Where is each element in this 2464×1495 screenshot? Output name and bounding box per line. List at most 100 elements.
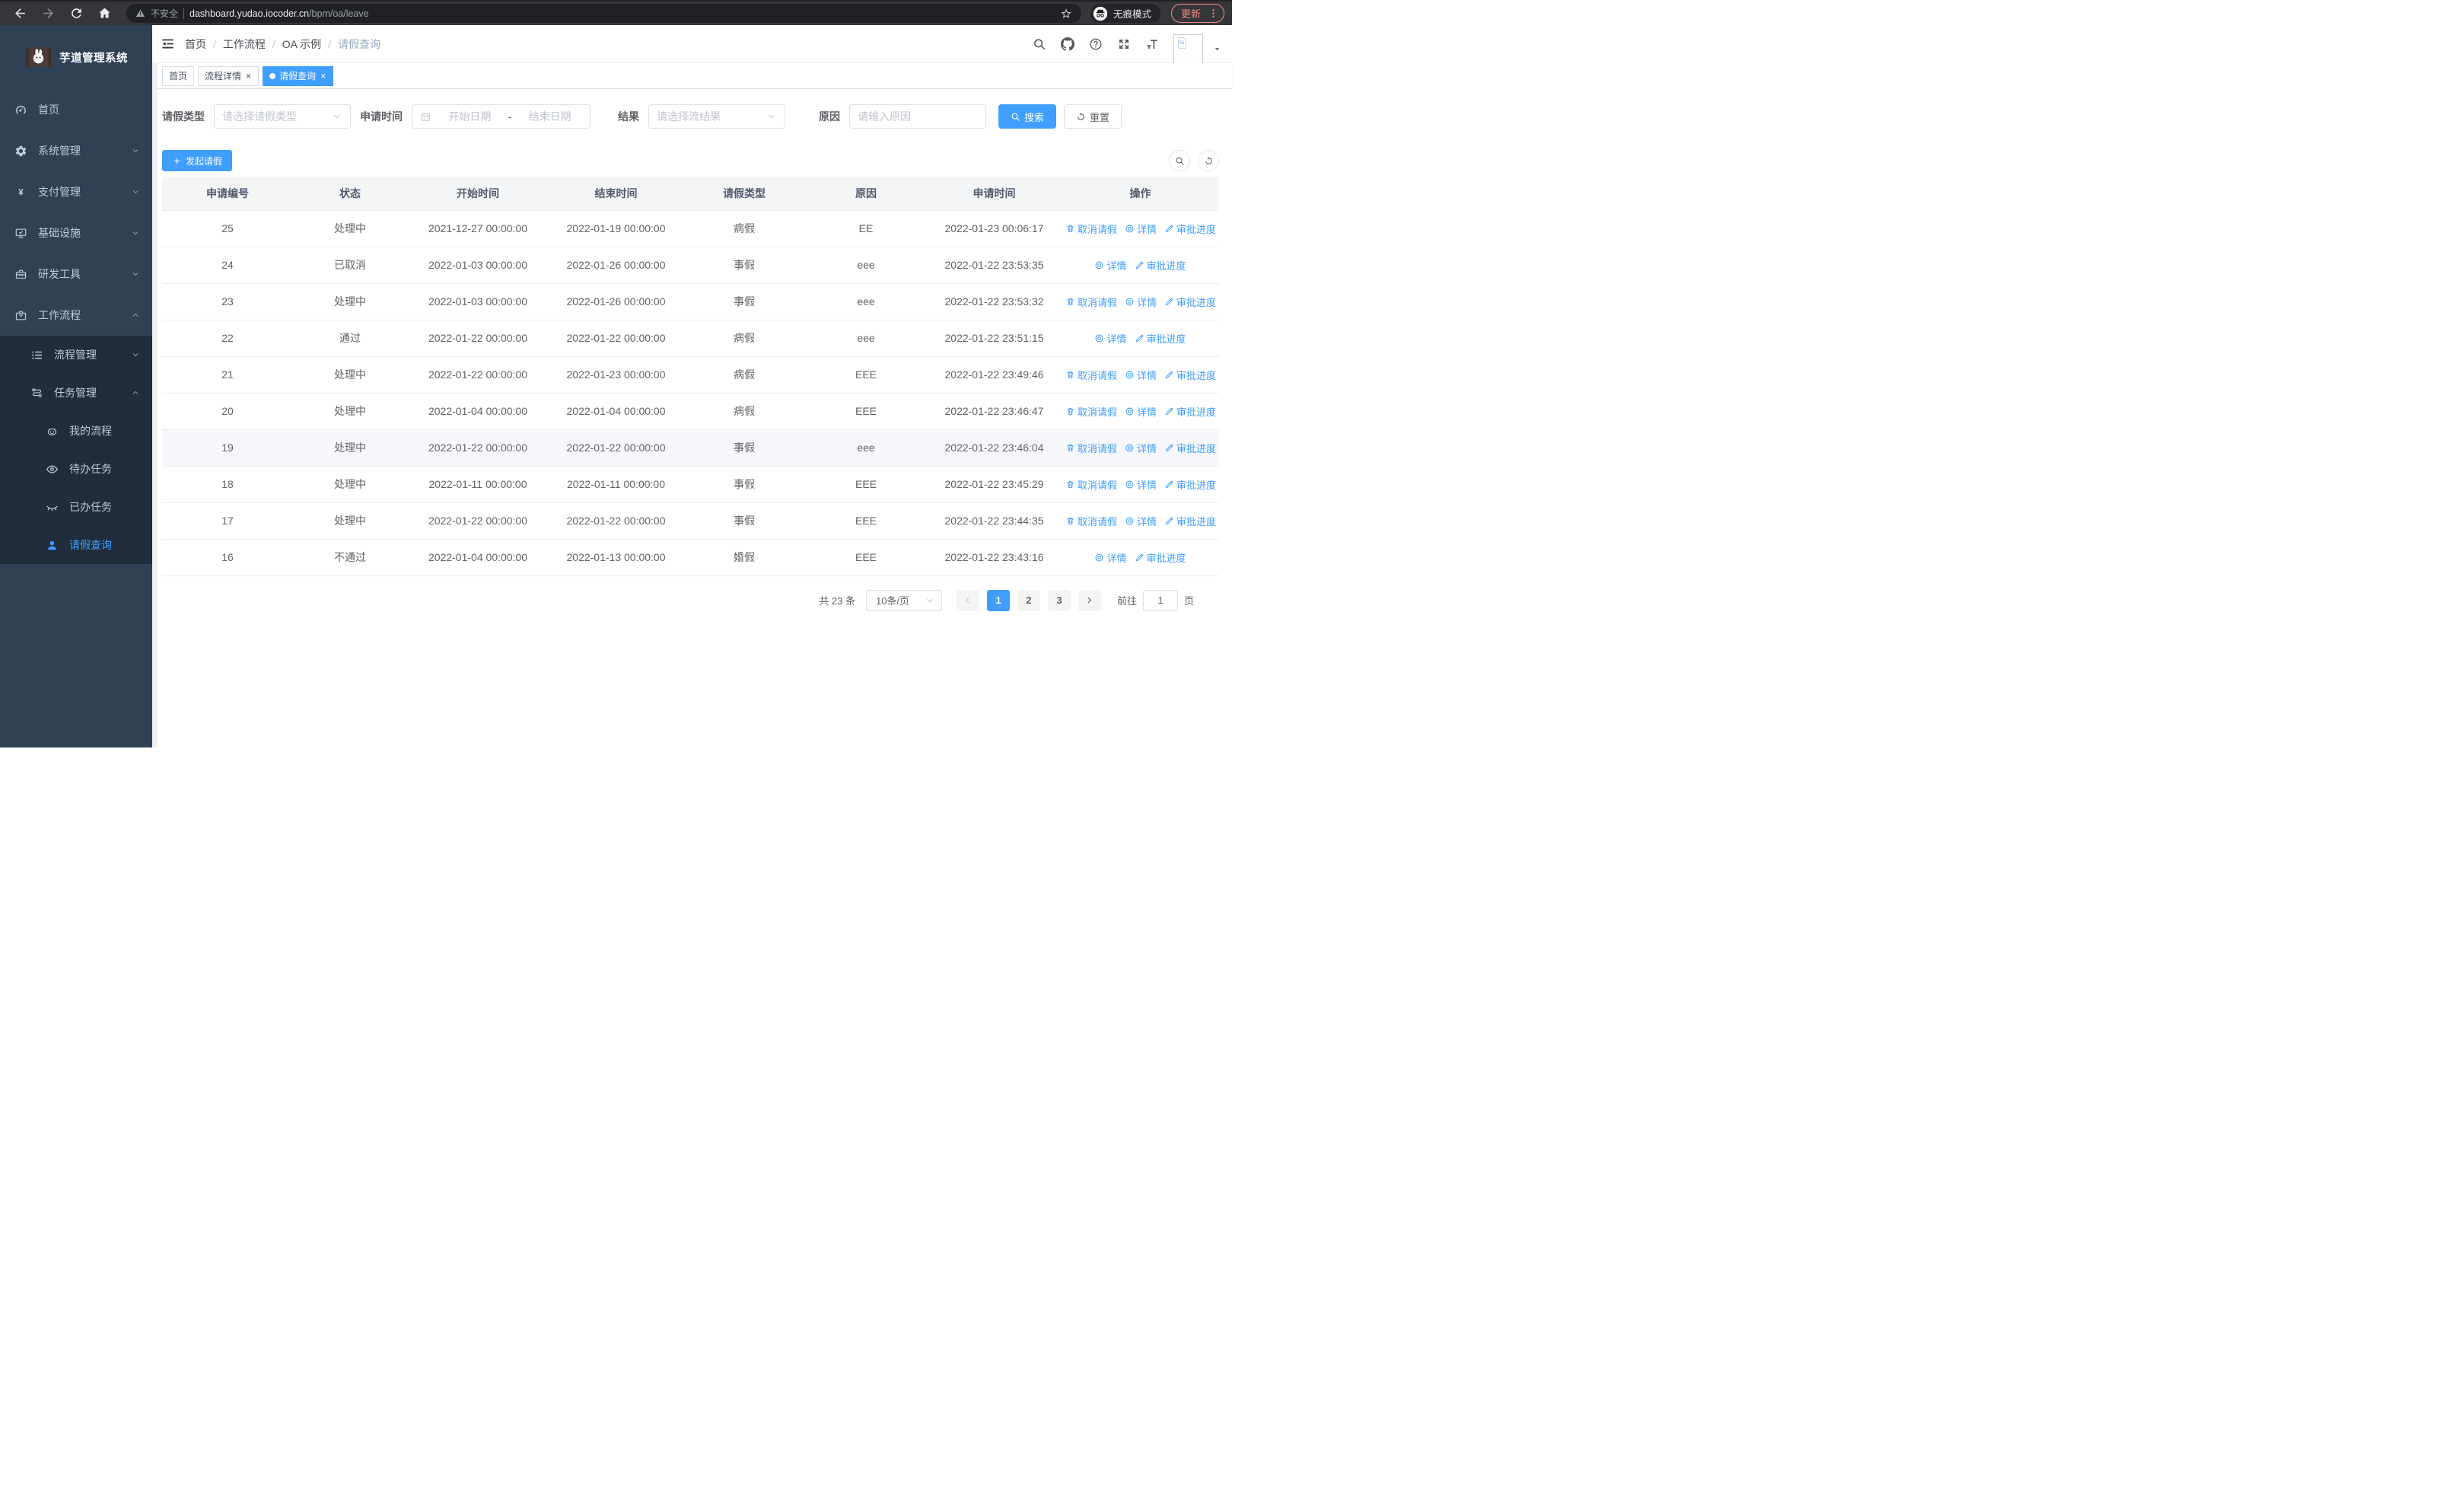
browser-update-button[interactable]: 更新 — [1170, 4, 1224, 23]
logo[interactable]: 芋道管理系统 — [0, 25, 152, 89]
pager-prev-button[interactable] — [956, 589, 979, 611]
pager-page-1[interactable]: 1 — [986, 589, 1010, 611]
browser-menu-icon[interactable] — [1208, 8, 1219, 19]
bookmark-star-icon[interactable] — [1060, 8, 1072, 20]
action-progress-link[interactable]: 审批进度 — [1135, 550, 1186, 565]
action-detail-link[interactable]: 详情 — [1125, 222, 1157, 236]
reason-input[interactable]: 请输入原因 — [849, 104, 986, 129]
sidebar-item-process-mgmt[interactable]: 流程管理 — [0, 336, 152, 374]
sidebar-item-task-mgmt[interactable]: 任务管理 — [0, 374, 152, 412]
cell-status: 不通过 — [293, 539, 407, 576]
action-progress-link[interactable]: 审批进度 — [1135, 258, 1186, 273]
action-cancel-link[interactable]: 取消请假 — [1065, 477, 1117, 492]
cell-status: 处理中 — [293, 502, 407, 540]
action-progress-link[interactable]: 审批进度 — [1164, 514, 1216, 528]
goto-page-input[interactable] — [1142, 589, 1178, 611]
action-cancel-link[interactable]: 取消请假 — [1065, 295, 1117, 309]
search-icon[interactable] — [1033, 37, 1046, 51]
action-detail-link[interactable]: 详情 — [1094, 550, 1127, 565]
tab-leave-query[interactable]: 请假查询 × — [263, 65, 334, 86]
action-cancel-link[interactable]: 取消请假 — [1065, 222, 1117, 236]
cell-end_time: 2022-01-22 00:00:00 — [549, 502, 683, 540]
browser-forward-icon[interactable] — [41, 6, 56, 21]
sidebar-fold-icon[interactable] — [161, 37, 175, 51]
breadcrumb-item[interactable]: OA 示例 — [282, 37, 321, 52]
action-progress-link[interactable]: 审批进度 — [1135, 331, 1186, 346]
result-select[interactable]: 请选择流结果 — [648, 104, 785, 129]
action-detail-link[interactable]: 详情 — [1125, 295, 1157, 309]
action-label: 详情 — [1137, 296, 1157, 308]
sidebar-item-my-process[interactable]: 我的流程 — [0, 412, 152, 450]
create-leave-button[interactable]: 发起请假 — [162, 150, 233, 171]
breadcrumb-item[interactable]: 工作流程 — [223, 37, 266, 52]
address-bar[interactable]: 不安全 dashboard.yudao.iocoder.cn/bpm/oa/le… — [126, 4, 1081, 23]
sidebar-item-label: 首页 — [38, 104, 59, 116]
action-cancel-link[interactable]: 取消请假 — [1065, 441, 1117, 455]
sidebar-item-payment[interactable]: ¥ 支付管理 — [0, 171, 152, 212]
sidebar-menu: 首页系统管理 ¥ 支付管理 基础设施 研发工具 工作流程 流程管理 任务管理我的流程待办任务已… — [0, 89, 152, 564]
cell-reason: eee — [805, 429, 927, 467]
sidebar-item-infrastructure[interactable]: 基础设施 — [0, 212, 152, 253]
action-cancel-link[interactable]: 取消请假 — [1065, 514, 1117, 528]
cell-end_time: 2022-01-13 00:00:00 — [549, 539, 683, 576]
leave-type-placeholder: 请选择请假类型 — [222, 110, 297, 123]
action-detail-link[interactable]: 详情 — [1125, 514, 1157, 528]
pager-next-button[interactable] — [1078, 589, 1101, 611]
action-detail-link[interactable]: 详情 — [1094, 331, 1127, 346]
search-button[interactable]: 搜索 — [998, 104, 1057, 129]
filter-form: 请假类型 请选择请假类型 申请时间 开始日期 - 结束日期 结果 请选择流结果 — [162, 104, 1219, 129]
action-cancel-link[interactable]: 取消请假 — [1065, 404, 1117, 419]
action-progress-link[interactable]: 审批进度 — [1164, 441, 1216, 455]
pager-page-3[interactable]: 3 — [1047, 589, 1071, 611]
github-icon[interactable] — [1061, 37, 1074, 51]
tab-home[interactable]: 首页 — [162, 65, 195, 86]
action-detail-link[interactable]: 详情 — [1125, 477, 1157, 492]
page-size-select[interactable]: 10条/页 — [865, 589, 942, 611]
cell-status: 已取消 — [293, 247, 407, 284]
reset-button[interactable]: 重置 — [1064, 104, 1122, 129]
sidebar-item-home[interactable]: 首页 — [0, 89, 152, 130]
pager-page-2[interactable]: 2 — [1017, 589, 1040, 611]
action-detail-link[interactable]: 详情 — [1125, 441, 1157, 455]
caret-down-icon[interactable] — [1213, 45, 1221, 53]
show-search-button[interactable] — [1169, 150, 1190, 171]
chevron-right-icon — [1084, 595, 1094, 605]
browser-back-icon[interactable] — [13, 6, 27, 21]
goto-suffix: 页 — [1183, 595, 1194, 607]
user-avatar[interactable] — [1173, 34, 1203, 64]
fullscreen-icon[interactable] — [1117, 37, 1131, 51]
action-progress-link[interactable]: 审批进度 — [1164, 368, 1216, 382]
sidebar-item-label: 我的流程 — [69, 425, 112, 437]
apply-time-range-picker[interactable]: 开始日期 - 结束日期 — [412, 104, 591, 129]
sidebar-item-todo-tasks[interactable]: 待办任务 — [0, 450, 152, 488]
sidebar-item-leave-query[interactable]: 请假查询 — [0, 526, 152, 564]
action-progress-link[interactable]: 审批进度 — [1164, 295, 1216, 309]
action-detail-link[interactable]: 详情 — [1125, 368, 1157, 382]
browser-reload-icon[interactable] — [69, 6, 84, 21]
sidebar-item-dev-tools[interactable]: 研发工具 — [0, 253, 152, 295]
sidebar-item-system[interactable]: 系统管理 — [0, 130, 152, 171]
close-icon[interactable]: × — [320, 72, 326, 81]
question-icon[interactable] — [1089, 37, 1103, 51]
action-label: 详情 — [1137, 223, 1157, 235]
breadcrumb-item[interactable]: 首页 — [185, 37, 206, 52]
action-progress-link[interactable]: 审批进度 — [1164, 477, 1216, 492]
action-detail-link[interactable]: 详情 — [1125, 404, 1157, 419]
cell-end_time: 2022-01-11 00:00:00 — [549, 466, 683, 503]
action-progress-link[interactable]: 审批进度 — [1164, 222, 1216, 236]
security-warning-icon[interactable] — [135, 8, 145, 18]
action-cancel-link[interactable]: 取消请假 — [1065, 368, 1117, 382]
close-icon[interactable]: × — [245, 72, 252, 81]
leave-type-select[interactable]: 请选择请假类型 — [214, 104, 351, 129]
search-button-label: 搜索 — [1024, 111, 1045, 123]
sidebar-item-done-tasks[interactable]: 已办任务 — [0, 488, 152, 526]
refresh-icon — [1204, 156, 1214, 166]
sidebar-item-workflow[interactable]: 工作流程 — [0, 295, 152, 336]
fontsize-icon[interactable] — [1145, 37, 1159, 51]
chevron-down-icon — [766, 111, 777, 122]
action-progress-link[interactable]: 审批进度 — [1164, 404, 1216, 419]
browser-home-icon[interactable] — [97, 6, 112, 21]
tab-process-detail[interactable]: 流程详情 × — [198, 65, 259, 86]
action-detail-link[interactable]: 详情 — [1094, 258, 1127, 273]
refresh-table-button[interactable] — [1198, 150, 1219, 171]
